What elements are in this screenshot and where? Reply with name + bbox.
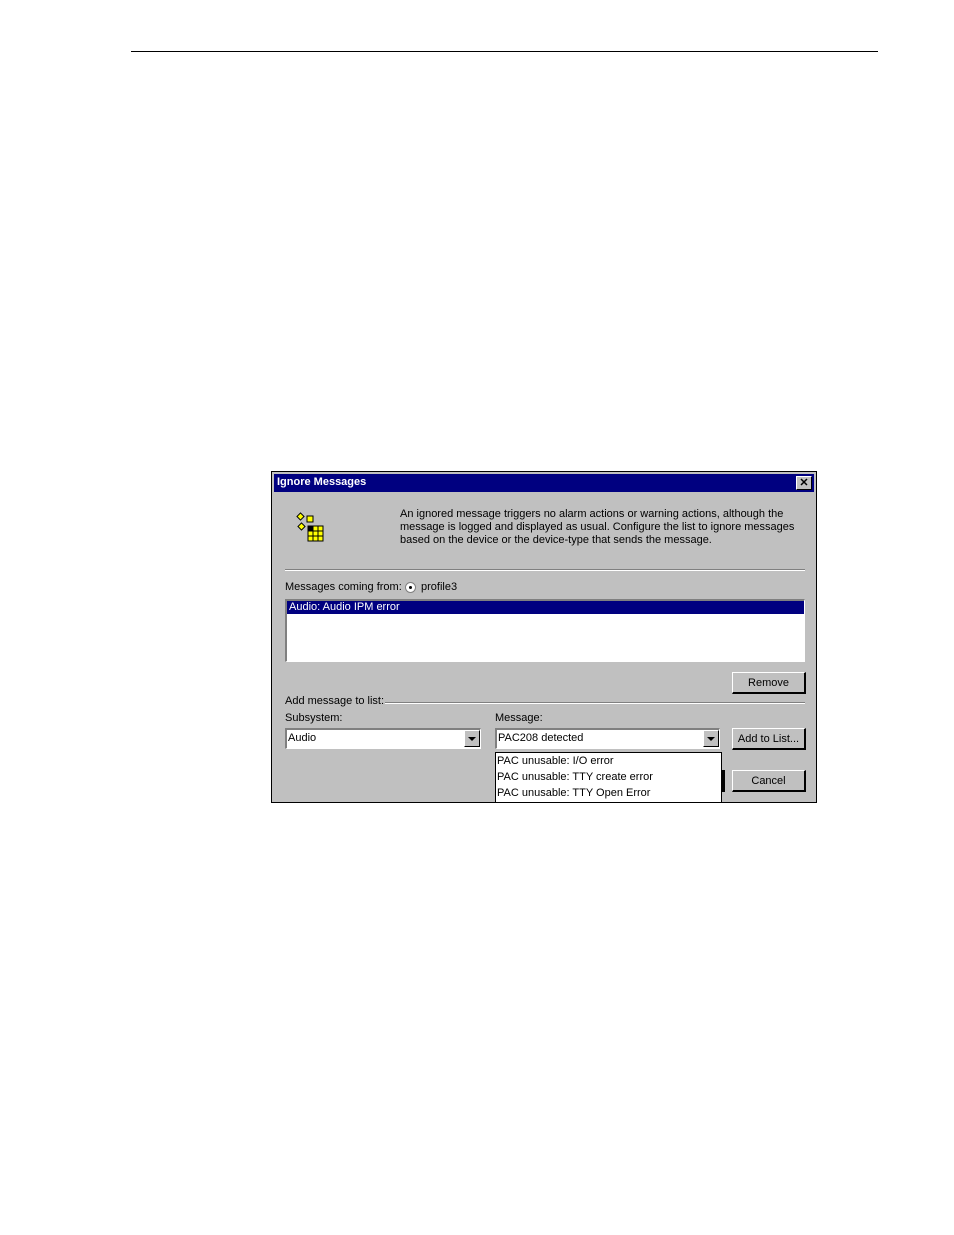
subsystem-label: Subsystem:	[285, 712, 343, 724]
cancel-button-label: Cancel	[751, 774, 786, 787]
ok-button-edge[interactable]	[722, 770, 725, 792]
source-radio[interactable]	[405, 582, 416, 593]
add-separator	[385, 702, 805, 704]
message-dropdown-list[interactable]: PAC unusable: I/O error PAC unusable: TT…	[495, 752, 722, 802]
dialog-titlebar[interactable]: Ignore Messages ✕	[274, 474, 814, 492]
add-message-label: Add message to list:	[285, 695, 385, 707]
top-separator	[285, 569, 805, 571]
dropdown-item[interactable]: PAC unusable: I/O error	[496, 753, 721, 769]
add-to-list-button[interactable]: Add to List...	[732, 728, 806, 750]
ignore-messages-dialog: Ignore Messages ✕ An ignored message tri…	[271, 471, 817, 803]
chevron-down-icon	[707, 736, 715, 741]
chevron-down-icon	[468, 736, 476, 741]
dialog-title: Ignore Messages	[277, 476, 367, 488]
list-item[interactable]: Audio: Audio IPM error	[287, 601, 804, 614]
remove-button-label: Remove	[748, 676, 789, 689]
close-button[interactable]: ✕	[796, 476, 812, 490]
page-header-rule	[131, 51, 878, 52]
remove-button[interactable]: Remove	[732, 672, 806, 694]
message-dropdown-button[interactable]	[703, 730, 719, 747]
message-value: PAC208 detected	[498, 732, 584, 744]
subsystem-dropdown-button[interactable]	[464, 730, 480, 747]
ignore-messages-icon	[296, 512, 324, 542]
message-select[interactable]: PAC208 detected	[495, 728, 720, 749]
dialog-description: An ignored message triggers no alarm act…	[400, 508, 795, 546]
cancel-button[interactable]: Cancel	[732, 770, 806, 792]
subsystem-value: Audio	[288, 732, 317, 744]
message-label: Message:	[495, 712, 543, 724]
close-x-icon: ✕	[799, 476, 809, 489]
add-to-list-label: Add to List...	[737, 732, 800, 745]
dropdown-item[interactable]: PAC unusable: TTY create error	[496, 769, 721, 785]
messages-from-label: Messages coming from:	[285, 581, 402, 593]
source-radio-label[interactable]: profile3	[421, 581, 457, 593]
subsystem-select[interactable]: Audio	[285, 728, 481, 749]
ignored-messages-list[interactable]: Audio: Audio IPM error	[285, 599, 805, 662]
dropdown-item[interactable]: PAC unusable: TTY Open Error	[496, 785, 721, 801]
